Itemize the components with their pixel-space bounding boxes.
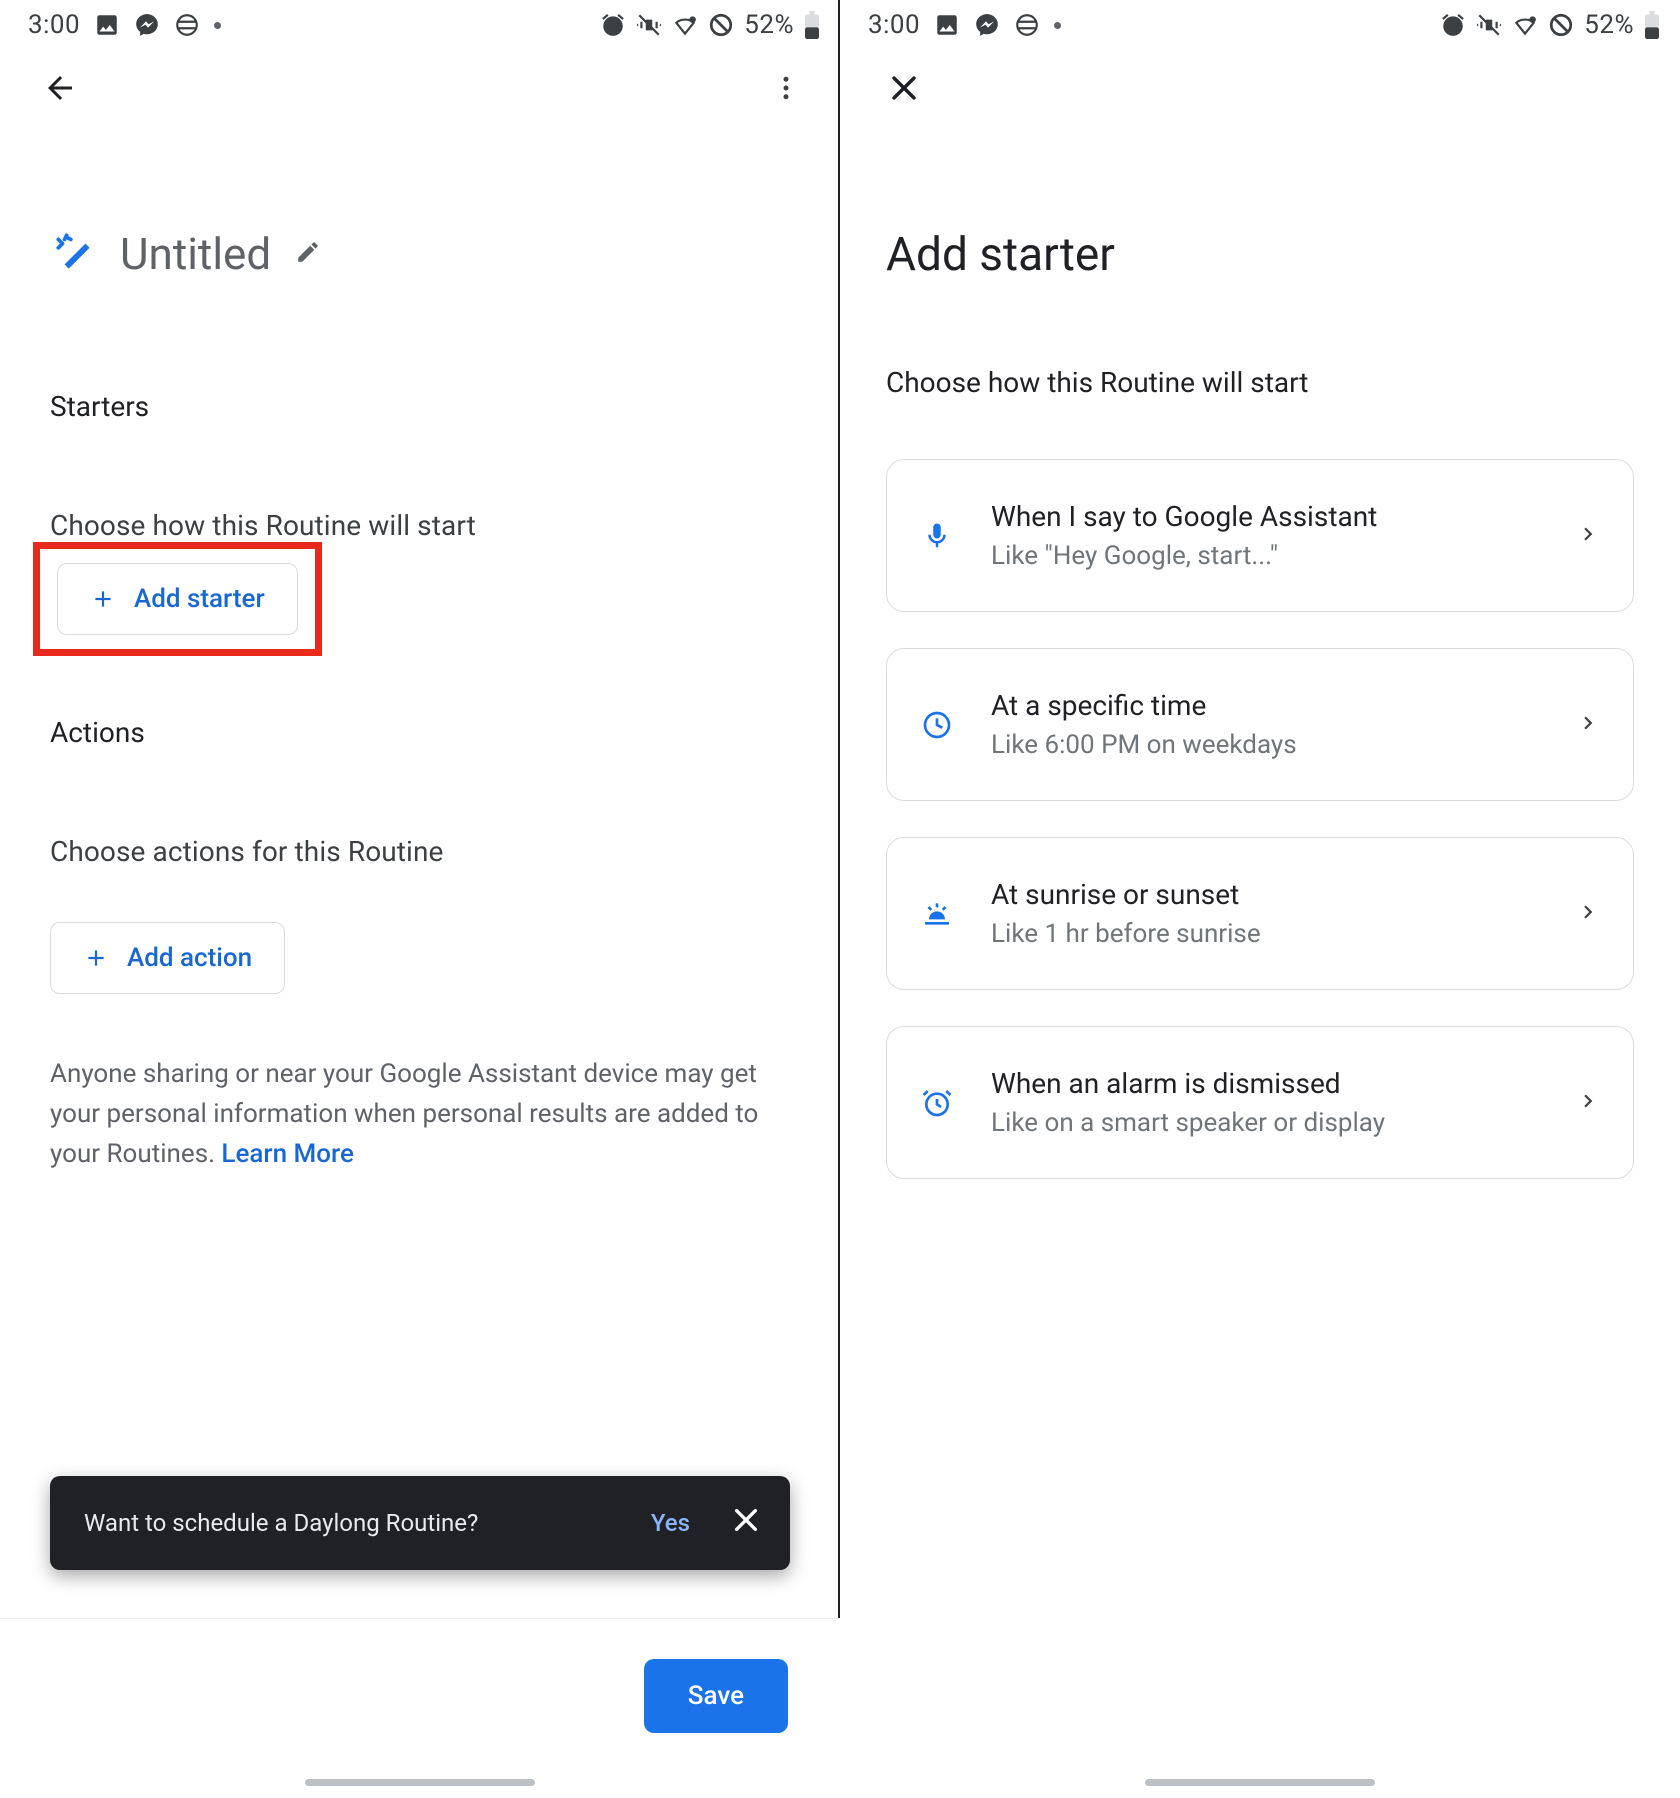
status-bar: 3:00 52%: [840, 0, 1680, 46]
routine-title: Untitled: [120, 228, 271, 280]
wand-icon: [50, 229, 100, 279]
card-sub: Like "Hey Google, start...": [991, 541, 1541, 571]
card-title: At a specific time: [991, 689, 1541, 722]
battery-percent: 52%: [744, 10, 794, 40]
add-action-label: Add action: [127, 943, 252, 973]
messenger-icon: [134, 12, 160, 38]
edit-title-button[interactable]: [295, 239, 321, 269]
nav-pill[interactable]: [1145, 1779, 1375, 1786]
disclaimer-text: Anyone sharing or near your Google Assis…: [50, 1054, 790, 1174]
status-time: 3:00: [28, 10, 80, 40]
status-bar: 3:00 52%: [0, 0, 840, 46]
status-time: 3:00: [868, 10, 920, 40]
image-icon: [934, 12, 960, 38]
starters-subtext: Choose how this Routine will start: [50, 509, 790, 542]
status-dot: [1054, 22, 1061, 29]
sports-icon: [174, 12, 200, 38]
battery-icon: [804, 11, 820, 39]
add-starter-button[interactable]: Add starter: [57, 563, 298, 635]
status-dot: [214, 22, 221, 29]
starters-heading: Starters: [50, 390, 790, 423]
battery-icon: [1644, 11, 1660, 39]
close-icon: [887, 71, 921, 105]
page-title: Add starter: [886, 228, 1634, 282]
add-starter-label: Add starter: [134, 584, 265, 614]
wifi-icon: [1512, 12, 1538, 38]
pencil-icon: [295, 239, 321, 265]
learn-more-link[interactable]: Learn More: [221, 1139, 353, 1169]
card-sub: Like on a smart speaker or display: [991, 1108, 1541, 1138]
actions-subtext: Choose actions for this Routine: [50, 835, 790, 868]
nav-pill[interactable]: [305, 1779, 535, 1786]
snackbar: Want to schedule a Daylong Routine? Yes: [50, 1476, 790, 1570]
clock-icon: [921, 709, 953, 741]
card-sub: Like 1 hr before sunrise: [991, 919, 1541, 949]
app-bar-left: [0, 46, 840, 118]
chevron-right-icon: [1575, 710, 1601, 736]
do-not-disturb-icon: [708, 12, 734, 38]
alarm-icon: [600, 12, 626, 38]
wifi-icon: [672, 12, 698, 38]
alarm-icon: [1440, 12, 1466, 38]
page-subtext: Choose how this Routine will start: [886, 366, 1634, 399]
highlight-box: Add starter: [33, 542, 322, 656]
left-screen: 3:00 52%: [0, 0, 840, 1798]
plus-icon: [90, 586, 116, 612]
right-screen: 3:00 52% Add starter Choos: [840, 0, 1680, 1798]
back-button[interactable]: [36, 64, 84, 112]
vibrate-icon: [636, 12, 662, 38]
add-action-button[interactable]: Add action: [50, 922, 285, 994]
messenger-icon: [974, 12, 1000, 38]
chevron-right-icon: [1575, 899, 1601, 925]
sports-icon: [1014, 12, 1040, 38]
starter-card-sun[interactable]: At sunrise or sunset Like 1 hr before su…: [886, 837, 1634, 990]
chevron-right-icon: [1575, 521, 1601, 547]
more-vert-icon: [771, 73, 801, 103]
actions-heading: Actions: [50, 716, 790, 749]
snackbar-yes-button[interactable]: Yes: [651, 1509, 690, 1537]
image-icon: [94, 12, 120, 38]
snackbar-text: Want to schedule a Daylong Routine?: [84, 1509, 478, 1537]
vibrate-icon: [1476, 12, 1502, 38]
more-menu-button[interactable]: [762, 64, 810, 112]
chevron-right-icon: [1575, 1088, 1601, 1114]
alarm-clock-icon: [921, 1087, 953, 1119]
sunrise-icon: [921, 898, 953, 930]
card-sub: Like 6:00 PM on weekdays: [991, 730, 1541, 760]
app-bar-right: [840, 46, 1680, 118]
do-not-disturb-icon: [1548, 12, 1574, 38]
card-title: When an alarm is dismissed: [991, 1067, 1541, 1100]
snackbar-close-button[interactable]: [730, 1504, 762, 1542]
starter-card-alarm[interactable]: When an alarm is dismissed Like on a sma…: [886, 1026, 1634, 1179]
starter-card-time[interactable]: At a specific time Like 6:00 PM on weekd…: [886, 648, 1634, 801]
plus-icon: [83, 945, 109, 971]
bottom-bar: Save: [0, 1618, 840, 1798]
save-button[interactable]: Save: [644, 1659, 788, 1733]
mic-icon: [922, 521, 952, 551]
close-button[interactable]: [880, 64, 928, 112]
starter-card-voice[interactable]: When I say to Google Assistant Like "Hey…: [886, 459, 1634, 612]
close-icon: [730, 1504, 762, 1536]
battery-percent: 52%: [1584, 10, 1634, 40]
arrow-back-icon: [42, 70, 78, 106]
card-title: At sunrise or sunset: [991, 878, 1541, 911]
card-title: When I say to Google Assistant: [991, 500, 1541, 533]
routine-title-row: Untitled: [50, 228, 790, 280]
